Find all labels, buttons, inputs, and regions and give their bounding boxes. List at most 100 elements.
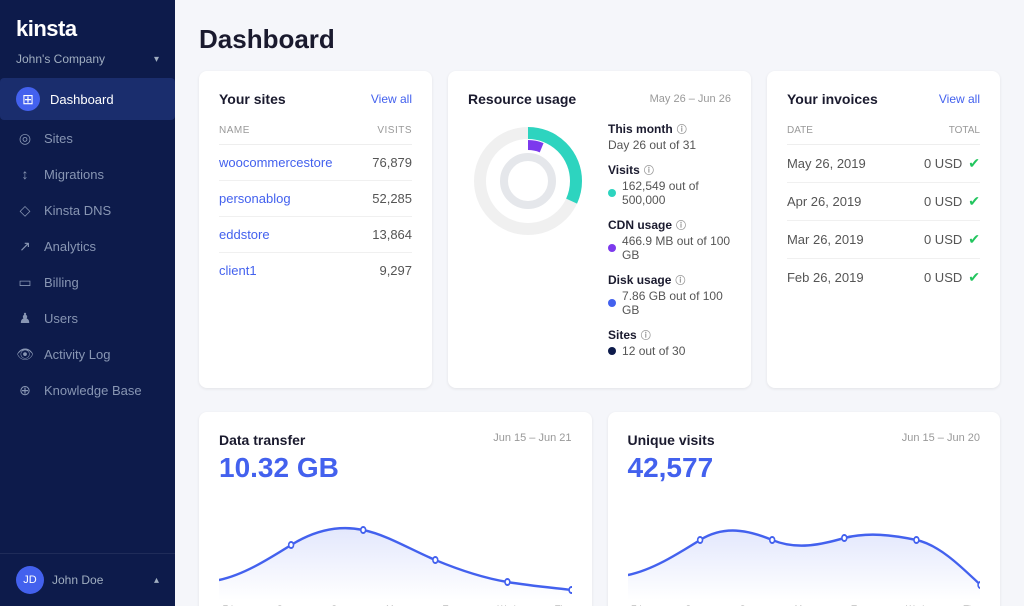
data-transfer-chart [219,500,572,600]
invoice-date: May 26, 2019 [787,156,866,171]
page-header: Dashboard [175,0,1024,71]
invoices-view-all[interactable]: View all [939,92,980,106]
stat-sites: Sites ⓘ 12 out of 30 [608,327,731,358]
bottom-charts-grid: Data transfer Jun 15 – Jun 21 10.32 GB [175,412,1024,606]
invoices-card-header: Your invoices View all [787,91,980,107]
site-link[interactable]: woocommercestore [219,155,332,170]
invoice-date: Feb 26, 2019 [787,270,864,285]
site-link[interactable]: eddstore [219,227,270,242]
sidebar-item-dashboard[interactable]: ⊞ Dashboard [0,78,175,120]
list-item: Apr 26, 2019 0 USD ✔ [787,183,980,221]
dashboard-icon: ⊞ [16,87,40,111]
sites-card-header: Your sites View all [219,91,412,107]
unique-visits-header: Unique visits Jun 15 – Jun 20 [628,432,981,448]
analytics-icon: ↗ [16,237,34,255]
site-link[interactable]: personablog [219,191,291,206]
disk-value: 7.86 GB out of 100 GB [608,289,731,317]
sidebar-item-analytics[interactable]: ↗ Analytics [0,228,175,264]
resource-card-header: Resource usage May 26 – Jun 26 [468,91,731,107]
invoice-amount: 0 USD ✔ [924,269,980,286]
invoice-amount: 0 USD ✔ [924,231,980,248]
sidebar-label-kinsta-dns: Kinsta DNS [44,203,111,218]
sites-rows: woocommercestore 76,879 personablog 52,2… [219,145,412,288]
sidebar: kinsta John's Company ▾ ⊞ Dashboard ◎ Si… [0,0,175,606]
stat-disk: Disk usage ⓘ 7.86 GB out of 100 GB [608,272,731,317]
sites-info-icon[interactable]: ⓘ [641,327,651,342]
invoices-card: Your invoices View all DATE TOTAL May 26… [767,71,1000,388]
sidebar-nav: ⊞ Dashboard ◎ Sites ↕ Migrations ◇ Kinst… [0,78,175,553]
avatar: JD [16,566,44,594]
sidebar-item-activity-log[interactable]: 👁 Activity Log [0,336,175,372]
unique-visits-value: 42,577 [628,452,981,484]
sidebar-item-users[interactable]: ♟ Users [0,300,175,336]
chevron-down-icon: ▾ [154,54,159,65]
sidebar-label-activity-log: Activity Log [44,347,110,362]
data-transfer-header: Data transfer Jun 15 – Jun 21 [219,432,572,448]
sidebar-item-kinsta-dns[interactable]: ◇ Kinsta DNS [0,192,175,228]
list-item: Feb 26, 2019 0 USD ✔ [787,259,980,296]
sidebar-item-sites[interactable]: ◎ Sites [0,120,175,156]
invoices-table-header: DATE TOTAL [787,121,980,145]
site-visits: 52,285 [372,191,412,206]
this-month-value: Day 26 out of 31 [608,138,731,152]
sidebar-item-knowledge-base[interactable]: ⊕ Knowledge Base [0,372,175,408]
resource-content: This month ⓘ Day 26 out of 31 Visits ⓘ [468,121,731,368]
users-icon: ♟ [16,309,34,327]
sidebar-footer: JD John Doe ▴ [0,553,175,606]
unique-visits-date: Jun 15 – Jun 20 [902,432,980,448]
site-visits: 9,297 [379,263,412,278]
sites-table-header: NAME VISITS [219,121,412,145]
migrations-icon: ↕ [16,165,34,183]
page-title: Dashboard [199,24,1000,55]
knowledge-base-icon: ⊕ [16,381,34,399]
cdn-label: CDN usage ⓘ [608,217,731,232]
sites-view-all[interactable]: View all [371,92,412,106]
table-row: personablog 52,285 [219,181,412,217]
list-item: May 26, 2019 0 USD ✔ [787,145,980,183]
visits-dot [608,189,616,197]
disk-label: Disk usage ⓘ [608,272,731,287]
site-link[interactable]: client1 [219,263,257,278]
table-row: eddstore 13,864 [219,217,412,253]
invoice-date: Mar 26, 2019 [787,232,864,247]
site-visits: 13,864 [372,227,412,242]
col-total-header: TOTAL [949,125,980,136]
table-row: woocommercestore 76,879 [219,145,412,181]
invoice-rows: May 26, 2019 0 USD ✔ Apr 26, 2019 0 USD … [787,145,980,296]
paid-check-icon: ✔ [968,193,980,210]
paid-check-icon: ✔ [968,269,980,286]
sidebar-label-analytics: Analytics [44,239,96,254]
sites-stat-label: Sites ⓘ [608,327,731,342]
visits-label: Visits ⓘ [608,162,731,177]
col-visits-header: VISITS [377,125,412,136]
sidebar-label-billing: Billing [44,275,79,290]
invoice-amount: 0 USD ✔ [924,155,980,172]
disk-info-icon[interactable]: ⓘ [675,272,685,287]
paid-check-icon: ✔ [968,231,980,248]
chevron-up-icon: ▴ [154,575,159,586]
this-month-info-icon[interactable]: ⓘ [677,121,687,136]
company-selector[interactable]: John's Company ▾ [0,52,175,78]
activity-log-icon: 👁 [16,345,34,363]
sidebar-item-migrations[interactable]: ↕ Migrations [0,156,175,192]
data-transfer-title: Data transfer [219,432,305,448]
sites-table: NAME VISITS woocommercestore 76,879 pers… [219,121,412,288]
cdn-dot [608,244,616,252]
cdn-value: 466.9 MB out of 100 GB [608,234,731,262]
resource-date-range: May 26 – Jun 26 [650,93,731,105]
unique-visits-title: Unique visits [628,432,715,448]
site-visits: 76,879 [372,155,412,170]
sidebar-item-billing[interactable]: ▭ Billing [0,264,175,300]
cdn-info-icon[interactable]: ⓘ [676,217,686,232]
visits-info-icon[interactable]: ⓘ [644,162,654,177]
sidebar-label-dashboard: Dashboard [50,92,114,107]
stat-this-month: This month ⓘ Day 26 out of 31 [608,121,731,152]
unique-visits-chart [628,500,981,600]
sites-icon: ◎ [16,129,34,147]
visits-value: 162,549 out of 500,000 [608,179,731,207]
sites-card-title: Your sites [219,91,286,107]
sites-dot [608,347,616,355]
sidebar-label-users: Users [44,311,78,326]
donut-chart [468,121,588,241]
sites-stat-value: 12 out of 30 [608,344,731,358]
